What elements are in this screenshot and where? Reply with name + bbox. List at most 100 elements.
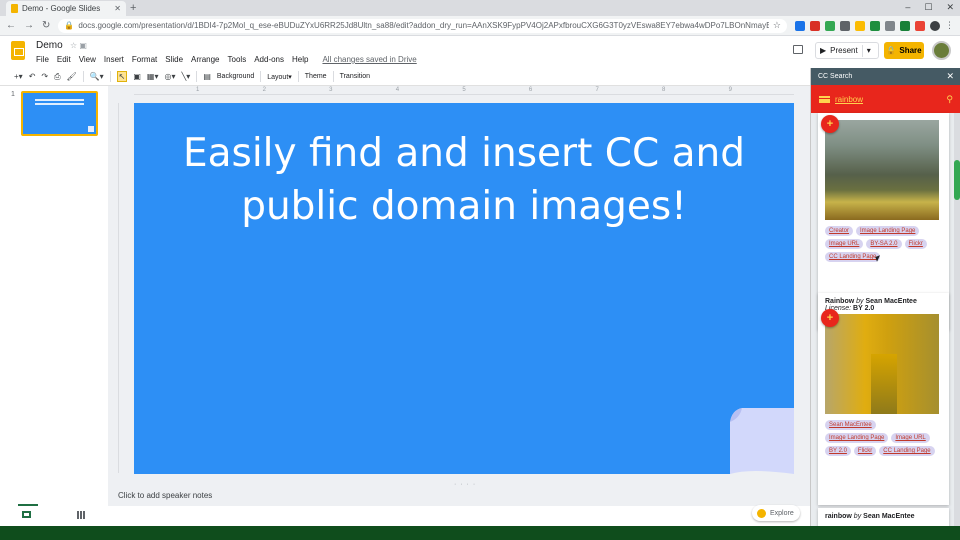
- menu-addons[interactable]: Add-ons: [254, 55, 284, 64]
- chip-link[interactable]: Sean MacEntee: [825, 420, 876, 430]
- chip-link[interactable]: Image Landing Page: [825, 433, 889, 443]
- extension-icon[interactable]: [855, 20, 865, 31]
- menu-view[interactable]: View: [79, 55, 96, 64]
- menu-format[interactable]: Format: [132, 55, 157, 64]
- profile-icon[interactable]: [930, 20, 940, 31]
- toolbar-divider: [332, 71, 334, 82]
- chip-link[interactable]: BY 2.0: [825, 446, 851, 456]
- bookmark-star-icon[interactable]: ☆: [773, 20, 781, 31]
- menu-edit[interactable]: Edit: [57, 55, 71, 64]
- present-button[interactable]: ▶ Present ▾: [815, 42, 879, 59]
- menu-insert[interactable]: Insert: [104, 55, 124, 64]
- menu-slide[interactable]: Slide: [165, 55, 183, 64]
- reload-icon[interactable]: ↻: [42, 20, 50, 31]
- extension-icon[interactable]: [870, 20, 880, 31]
- theme-button[interactable]: Theme: [305, 73, 327, 80]
- chip-link[interactable]: Creator: [825, 226, 854, 236]
- menu-tools[interactable]: Tools: [228, 55, 247, 64]
- extension-icon[interactable]: [915, 20, 925, 31]
- attribution-chips: Sean MacEntee Image Landing Page Image U…: [825, 420, 942, 456]
- result-license: License: BY 2.0: [825, 305, 942, 312]
- address-bar[interactable]: 🔒 docs.google.com/presentation/d/1BDI4-7…: [58, 18, 787, 33]
- chrome-menu-icon[interactable]: ⋮: [945, 20, 954, 31]
- present-dropdown-icon[interactable]: ▾: [867, 46, 871, 55]
- insert-image-button[interactable]: +: [821, 309, 839, 327]
- grid-view-icon[interactable]: [77, 511, 85, 519]
- undo-icon[interactable]: ↶: [29, 72, 36, 81]
- shape-icon[interactable]: ◎▾: [164, 72, 175, 81]
- slide-thumbnail[interactable]: [21, 91, 98, 136]
- transition-button[interactable]: Transition: [340, 73, 370, 80]
- maximize-icon[interactable]: ☐: [924, 2, 932, 13]
- new-tab-icon[interactable]: +: [130, 2, 136, 14]
- comment-add-icon[interactable]: ▤: [203, 72, 211, 81]
- slides-logo-icon[interactable]: [11, 41, 25, 60]
- explore-button[interactable]: Explore: [752, 505, 800, 521]
- redo-icon[interactable]: ↷: [41, 72, 48, 81]
- search-input[interactable]: rainbow: [835, 95, 941, 104]
- background-button[interactable]: Background: [217, 73, 254, 80]
- menu-file[interactable]: File: [36, 55, 49, 64]
- line-icon[interactable]: ╲▾: [181, 72, 190, 81]
- chip-link[interactable]: CC Landing Page: [825, 252, 881, 262]
- close-sidebar-icon[interactable]: ✕: [946, 71, 954, 82]
- select-cursor-icon[interactable]: ↖: [116, 71, 128, 82]
- chip-link[interactable]: Flickr: [904, 239, 927, 249]
- result-card: Rainbow by Sean MacEntee License: BY 2.0…: [818, 293, 949, 505]
- address-url: docs.google.com/presentation/d/1BDI4-7p2…: [78, 21, 769, 30]
- chip-link[interactable]: CC Landing Page: [879, 446, 935, 456]
- extension-icon[interactable]: [900, 20, 910, 31]
- chip-link[interactable]: Image Landing Page: [856, 226, 920, 236]
- search-icon[interactable]: ⚲: [946, 94, 953, 105]
- account-avatar[interactable]: [932, 41, 951, 60]
- forward-icon[interactable]: →: [24, 20, 34, 31]
- extension-icon[interactable]: [825, 20, 835, 31]
- menu-help[interactable]: Help: [292, 55, 308, 64]
- speaker-notes[interactable]: Click to add speaker notes: [118, 491, 212, 500]
- paint-format-icon[interactable]: 🖌: [67, 72, 77, 81]
- zoom-icon[interactable]: 🔍▾: [90, 72, 104, 81]
- document-title[interactable]: Demo: [36, 40, 63, 51]
- ruler-tick: 2: [262, 87, 266, 93]
- extension-icon[interactable]: [795, 20, 805, 31]
- hamburger-menu-icon[interactable]: [819, 95, 830, 103]
- chip-link[interactable]: Image URL: [891, 433, 930, 443]
- result-title: rainbow by Sean MacEntee: [825, 513, 942, 520]
- extension-icon[interactable]: [840, 20, 850, 31]
- layout-button[interactable]: Layout▾: [267, 73, 292, 81]
- menu-arrange[interactable]: Arrange: [191, 55, 219, 64]
- star-folder-icons[interactable]: ☆ ▣: [70, 41, 87, 50]
- new-slide-icon[interactable]: +▾: [14, 72, 23, 81]
- close-window-icon[interactable]: ✕: [946, 2, 954, 13]
- text-box-icon[interactable]: ▣: [133, 72, 141, 81]
- result-image[interactable]: +: [821, 115, 939, 220]
- scrollbar-thumb[interactable]: [954, 160, 960, 200]
- browser-tab[interactable]: Demo - Google Slides ✕: [6, 1, 126, 16]
- minimize-icon[interactable]: –: [905, 2, 910, 13]
- chip-link[interactable]: BY-SA 2.0: [866, 239, 902, 249]
- notes-resize-handle[interactable]: · · · ·: [454, 481, 476, 488]
- back-icon[interactable]: ←: [6, 20, 16, 31]
- insert-image-button[interactable]: +: [821, 115, 839, 133]
- sidebar-scrollbar[interactable]: [954, 113, 960, 526]
- present-divider: [861, 44, 863, 57]
- filmstrip-view-icon[interactable]: [18, 504, 38, 518]
- slides-header: Demo ☆ ▣ File Edit View Insert Format Sl…: [0, 36, 960, 68]
- chip-link[interactable]: Flickr: [853, 446, 877, 456]
- result-title-text: rainbow: [825, 513, 852, 520]
- close-tab-icon[interactable]: ✕: [114, 4, 121, 13]
- save-status[interactable]: All changes saved in Drive: [322, 55, 416, 64]
- extension-icons: ⋮: [795, 20, 954, 31]
- print-icon[interactable]: ⎙: [54, 72, 60, 82]
- share-button[interactable]: 🔒 Share: [884, 42, 924, 59]
- comments-icon[interactable]: [793, 45, 803, 54]
- slide-title[interactable]: Easily find and insert CC and public dom…: [134, 127, 794, 233]
- extension-icon[interactable]: [885, 20, 895, 31]
- result-title-text: Rainbow: [825, 298, 855, 305]
- ruler-tick: 1: [196, 87, 200, 93]
- image-icon[interactable]: ▦▾: [147, 72, 159, 81]
- slide[interactable]: Easily find and insert CC and public dom…: [134, 103, 794, 474]
- result-image[interactable]: +: [821, 309, 939, 414]
- extension-icon[interactable]: [810, 20, 820, 31]
- chip-link[interactable]: Image URL: [825, 239, 864, 249]
